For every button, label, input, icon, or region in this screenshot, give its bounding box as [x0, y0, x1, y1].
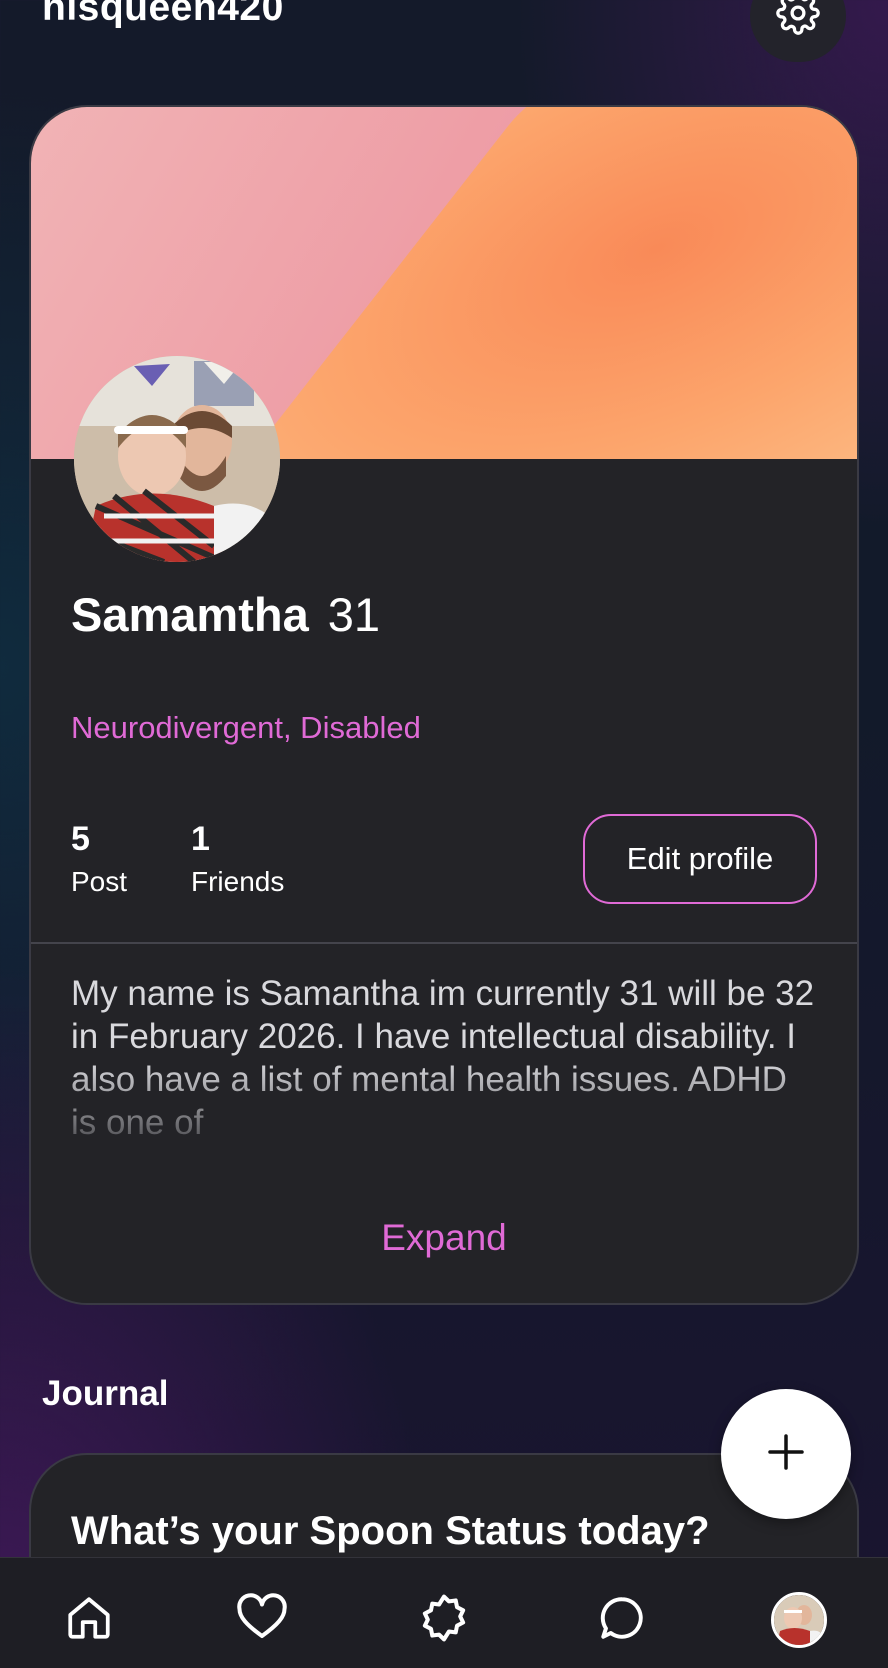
plus-icon	[767, 1433, 805, 1476]
profile-age: 31	[327, 588, 381, 641]
chat-icon	[597, 1593, 647, 1648]
nav-home[interactable]	[59, 1590, 119, 1650]
profile-avatar[interactable]	[74, 356, 280, 562]
stat-friends[interactable]: 1 Friends	[191, 819, 284, 899]
stat-posts-label: Post	[71, 866, 128, 897]
stat-friends-value: 1	[191, 820, 210, 858]
stat-posts-value: 5	[71, 820, 90, 858]
profile-name-row: Samamtha 31	[71, 587, 380, 642]
profile-name: Samamtha	[71, 588, 309, 641]
profile-username: hisqueen420	[42, 0, 284, 29]
nav-favorites[interactable]	[232, 1590, 292, 1650]
bottom-navigation	[0, 1557, 888, 1668]
expand-button[interactable]: Expand	[31, 1217, 857, 1259]
settings-button[interactable]	[750, 0, 846, 62]
add-journal-button[interactable]	[721, 1389, 851, 1519]
heart-icon	[235, 1591, 289, 1650]
profile-card: Samamtha 31 Neurodivergent, Disabled 5 P…	[29, 105, 859, 1305]
profile-bio: My name is Samantha im currently 31 will…	[71, 974, 815, 1142]
home-icon	[64, 1593, 114, 1648]
gear-icon	[776, 0, 820, 40]
profile-tags: Neurodivergent, Disabled	[71, 710, 421, 745]
stat-friends-label: Friends	[191, 866, 285, 897]
nav-messages[interactable]	[592, 1590, 652, 1650]
spoon-status-prompt: What’s your Spoon Status today?	[71, 1509, 710, 1553]
stat-posts[interactable]: 5 Post	[71, 819, 127, 899]
journal-section-title: Journal	[42, 1374, 169, 1413]
nav-community[interactable]	[414, 1590, 474, 1650]
divider	[31, 942, 857, 944]
edit-profile-button[interactable]: Edit profile	[583, 814, 817, 904]
puzzle-icon	[417, 1591, 471, 1650]
nav-profile-avatar[interactable]	[771, 1592, 827, 1648]
